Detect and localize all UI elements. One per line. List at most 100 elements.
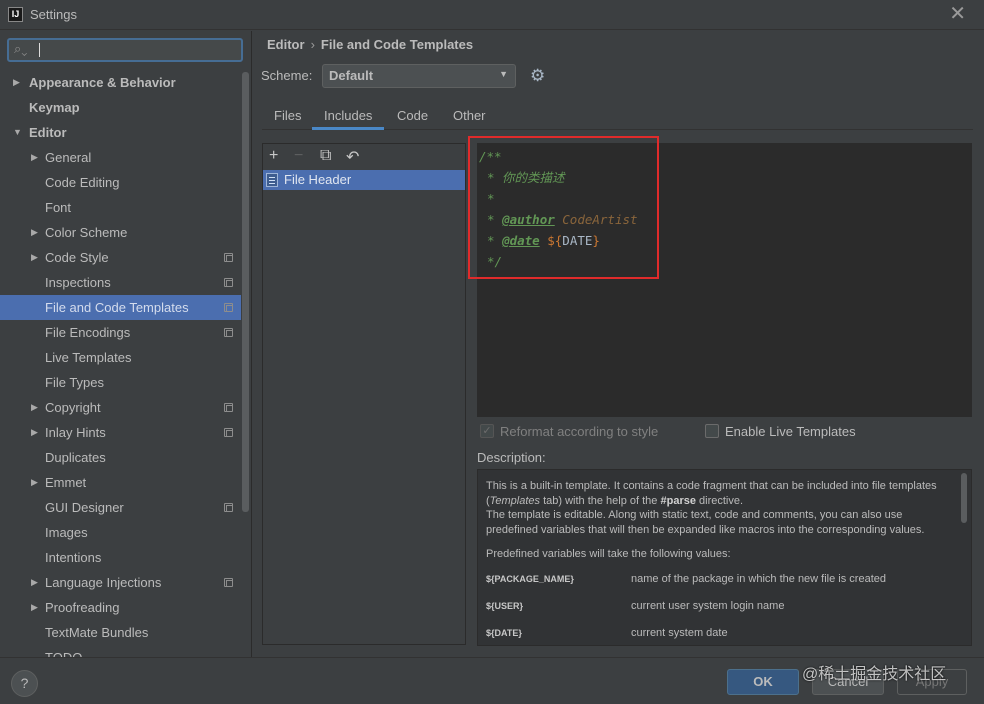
sidebar-item-label: Keymap: [29, 100, 80, 115]
chevron-right-icon[interactable]: ▶: [31, 245, 38, 270]
close-icon[interactable]: ✕: [949, 3, 966, 25]
list-item-label: File Header: [284, 172, 352, 187]
description-keyword: #parse: [660, 494, 696, 507]
sidebar-item-appearance-behavior[interactable]: ▶ Appearance & Behavior: [0, 70, 241, 95]
chevron-right-icon[interactable]: ▶: [31, 145, 38, 170]
scheme-dropdown[interactable]: Default ▼: [322, 64, 516, 88]
variable-desc: current user system login name: [631, 599, 785, 612]
window-title: Settings: [30, 7, 77, 22]
sidebar-item-proofreading[interactable]: ▶ Proofreading: [0, 595, 241, 620]
sidebar-item-intentions[interactable]: Intentions: [0, 545, 241, 570]
reset-icon[interactable]: ↶: [346, 147, 359, 167]
chevron-right-icon[interactable]: ▶: [31, 420, 38, 445]
template-list-panel: + − ⧉ ↶ File Header: [262, 143, 466, 645]
chevron-right-icon[interactable]: ▶: [13, 70, 20, 95]
chevron-right-icon[interactable]: ▶: [31, 570, 38, 595]
copy-icon[interactable]: ⧉: [320, 147, 331, 165]
project-settings-icon: [224, 253, 233, 262]
breadcrumb-parent[interactable]: Editor: [267, 37, 305, 52]
sidebar-item-label: TODO: [45, 645, 82, 657]
sidebar-item-label: Inspections: [45, 275, 111, 290]
file-template-icon: [266, 173, 278, 187]
scheme-label: Scheme:: [261, 68, 313, 83]
sidebar-item-label: Emmet: [45, 475, 87, 490]
description-scrollbar[interactable]: [961, 473, 967, 523]
sidebar-item-label: File and Code Templates: [45, 300, 189, 315]
sidebar-item-keymap[interactable]: Keymap: [0, 95, 241, 120]
tab-files[interactable]: Files: [274, 108, 301, 123]
sidebar-item-label: Copyright: [45, 400, 101, 415]
sidebar-item-language-injections[interactable]: ▶ Language Injections: [0, 570, 241, 595]
sidebar-item-color-scheme[interactable]: ▶ Color Scheme: [0, 220, 241, 245]
tab-code[interactable]: Code: [397, 108, 428, 123]
search-icon: ⌕⌄: [14, 41, 28, 56]
sidebar-item-label: Editor: [29, 125, 67, 140]
chevron-right-icon[interactable]: ▶: [31, 470, 38, 495]
description-text: The template is editable. Along with sta…: [486, 509, 925, 536]
sidebar-item-label: Color Scheme: [45, 225, 128, 240]
template-tabs: Files Includes Code Other: [262, 104, 973, 130]
sidebar-item-duplicates[interactable]: Duplicates: [0, 445, 241, 470]
sidebar-item-font[interactable]: Font: [0, 195, 241, 220]
sidebar-item-label: File Encodings: [45, 325, 131, 340]
description-text: directive.: [695, 494, 744, 507]
sidebar-item-copyright[interactable]: ▶ Copyright: [0, 395, 241, 420]
list-item-file-header[interactable]: File Header: [263, 170, 465, 190]
sidebar-item-file-encodings[interactable]: File Encodings: [0, 320, 241, 345]
sidebar-item-label: Proofreading: [45, 600, 120, 615]
chevron-right-icon[interactable]: ▶: [31, 395, 38, 420]
help-button[interactable]: ?: [11, 670, 38, 697]
description-panel: This is a built-in template. It contains…: [477, 469, 972, 646]
breadcrumb-separator: ›: [310, 37, 315, 52]
add-icon[interactable]: +: [269, 147, 278, 165]
sidebar-item-textmate-bundles[interactable]: TextMate Bundles: [0, 620, 241, 645]
search-input[interactable]: ⌕⌄: [7, 38, 243, 62]
sidebar-item-inspections[interactable]: Inspections: [0, 270, 241, 295]
sidebar-item-inlay-hints[interactable]: ▶ Inlay Hints: [0, 420, 241, 445]
sidebar-item-images[interactable]: Images: [0, 520, 241, 545]
chevron-down-icon: ▼: [499, 69, 508, 79]
settings-sidebar: ⌕⌄ ▶ Appearance & Behavior Keymap ▼ Editor ▶ G…: [0, 31, 251, 657]
sidebar-item-general[interactable]: ▶ General: [0, 145, 241, 170]
sidebar-item-label: Live Templates: [45, 350, 132, 365]
sidebar-item-label: Inlay Hints: [45, 425, 106, 440]
variable-row: ${PACKAGE_NAME} name of the package in wh…: [486, 572, 941, 599]
sidebar-item-code-style[interactable]: ▶ Code Style: [0, 245, 241, 270]
sidebar-item-file-and-code-templates[interactable]: File and Code Templates: [0, 295, 241, 320]
chevron-right-icon[interactable]: ▶: [31, 595, 38, 620]
project-settings-icon: [224, 278, 233, 287]
sidebar-item-code-editing[interactable]: Code Editing: [0, 170, 241, 195]
description-label: Description:: [477, 450, 546, 465]
sidebar-item-label: Duplicates: [45, 450, 106, 465]
project-settings-icon: [224, 578, 233, 587]
sidebar-item-file-types[interactable]: File Types: [0, 370, 241, 395]
sidebar-item-emmet[interactable]: ▶ Emmet: [0, 470, 241, 495]
gear-icon[interactable]: ⚙: [530, 66, 545, 86]
sidebar-item-label: Images: [45, 525, 88, 540]
ok-button[interactable]: OK: [727, 669, 799, 695]
chevron-right-icon[interactable]: ▶: [31, 220, 38, 245]
template-toolbar: + − ⧉ ↶: [263, 144, 465, 170]
sidebar-item-label: Code Editing: [45, 175, 120, 190]
scheme-value: Default: [329, 68, 374, 83]
sidebar-item-gui-designer[interactable]: GUI Designer: [0, 495, 241, 520]
live-templates-checkbox[interactable]: [705, 424, 719, 438]
variable-row: ${USER} current user system login name: [486, 599, 941, 626]
tab-includes[interactable]: Includes: [312, 108, 385, 130]
sidebar-scrollbar[interactable]: [242, 72, 249, 512]
sidebar-item-editor[interactable]: ▼ Editor: [0, 120, 241, 145]
description-emphasis: Templates: [489, 494, 541, 507]
reformat-checkbox[interactable]: ✓: [480, 424, 494, 438]
chevron-down-icon[interactable]: ▼: [13, 120, 22, 145]
panel-divider[interactable]: [251, 31, 252, 657]
tab-other[interactable]: Other: [453, 108, 486, 123]
sidebar-item-todo[interactable]: TODO: [0, 645, 241, 657]
sidebar-item-label: General: [45, 150, 92, 165]
sidebar-item-label: Intentions: [45, 550, 102, 565]
project-settings-icon: [224, 428, 233, 437]
project-settings-icon: [224, 328, 233, 337]
remove-icon: −: [294, 147, 304, 164]
title-bar: IJ Settings ✕: [0, 0, 984, 30]
breadcrumb: Editor › File and Code Templates: [267, 37, 473, 52]
sidebar-item-live-templates[interactable]: Live Templates: [0, 345, 241, 370]
